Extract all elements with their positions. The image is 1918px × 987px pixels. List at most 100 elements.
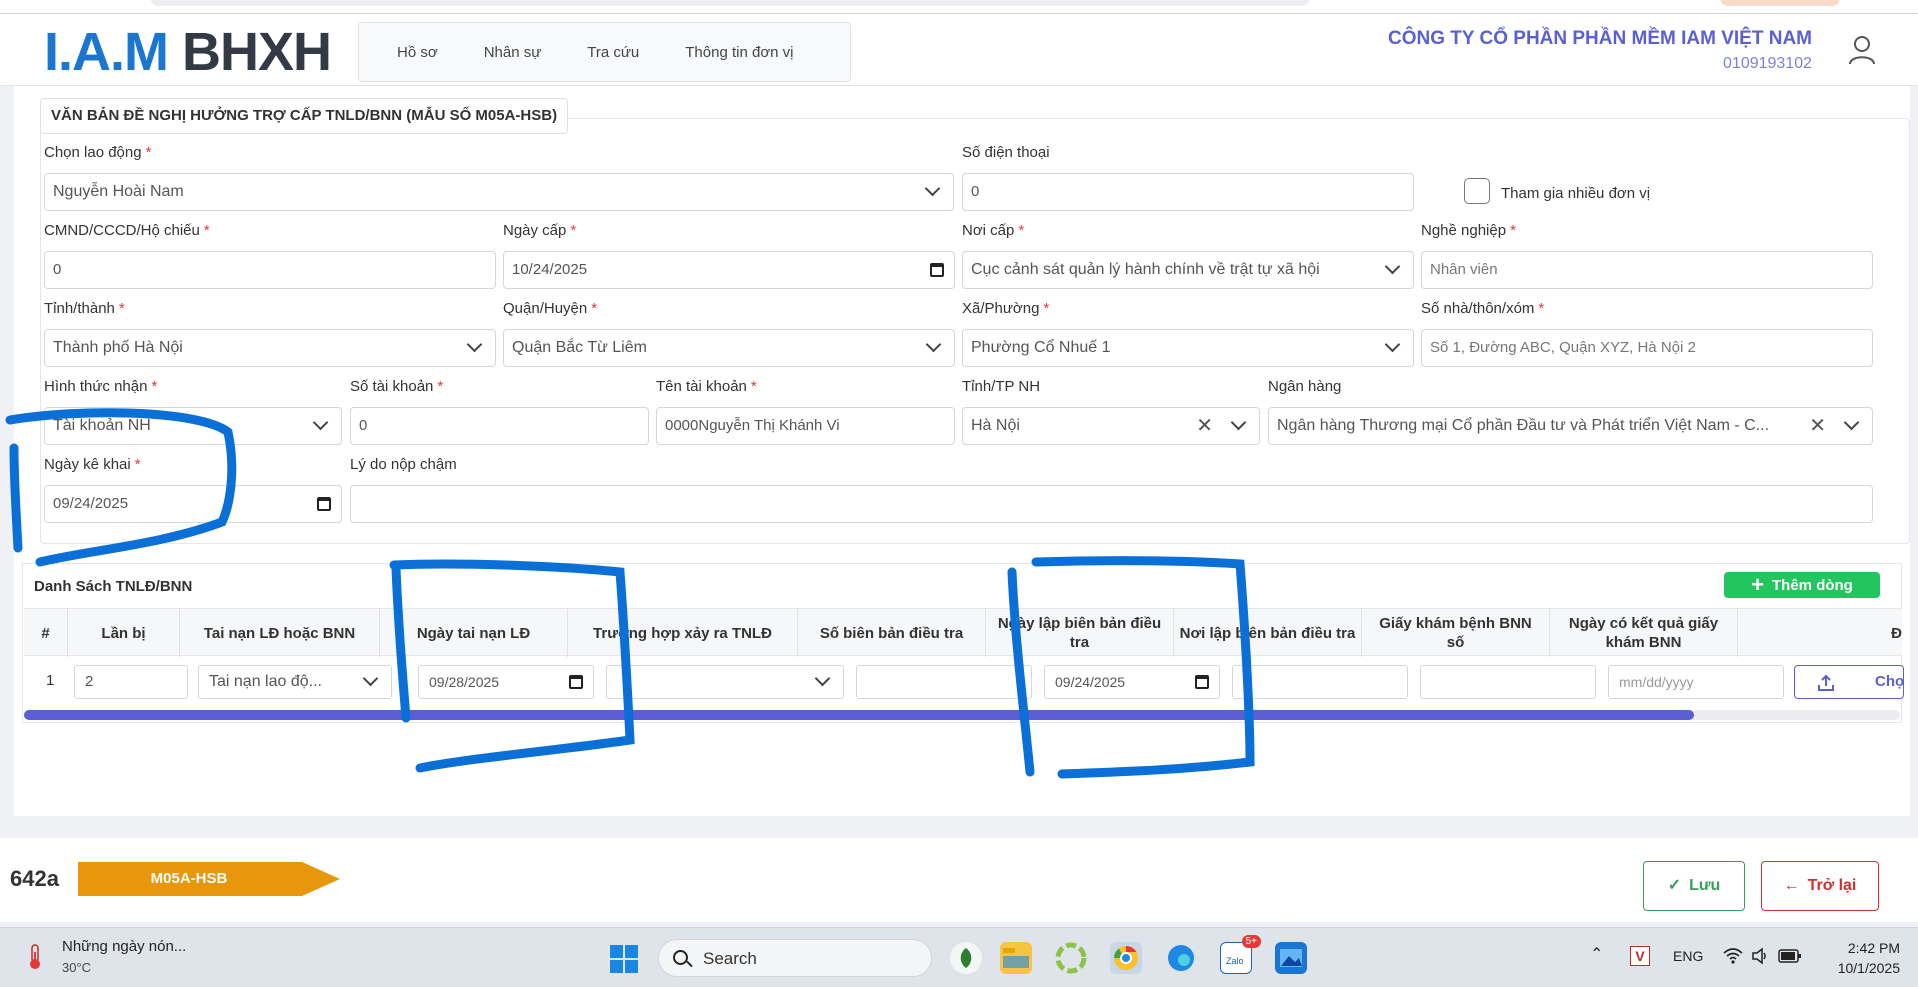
col-header-bnn-date: Ngày có kết quả giấy khám BNN (1550, 609, 1738, 657)
address-bar[interactable] (150, 0, 1310, 6)
taskbar-search[interactable]: Search (658, 939, 932, 977)
declare-date-value: 09/24/2025 (53, 495, 129, 512)
worker-label: Chọn lao động * (44, 144, 152, 161)
ward-select[interactable]: Phường Cổ Nhuế 1 (962, 329, 1414, 367)
table-row: 1 2 Tai nạn lao độ... 09/28/2025 09/24/2… (24, 656, 1904, 706)
declare-date-field[interactable]: 09/24/2025 (44, 485, 342, 523)
nav-item-thong-tin-don-vi[interactable]: Thông tin đơn vị (685, 44, 793, 61)
multi-unit-checkbox[interactable] (1464, 178, 1490, 204)
occupation-field[interactable]: Nhân viên (1421, 251, 1873, 289)
search-icon (673, 950, 688, 965)
nav-item-tra-cuu[interactable]: Tra cứu (587, 44, 639, 61)
save-button[interactable]: ✓ Lưu (1643, 861, 1745, 911)
language-indicator[interactable]: ENG (1673, 948, 1703, 964)
receive-method-value: Tài khoản NH (53, 417, 151, 434)
type-select[interactable]: Tai nạn lao độ... (198, 665, 392, 699)
wifi-icon[interactable] (1722, 946, 1744, 966)
clear-icon[interactable]: ✕ (1196, 416, 1213, 436)
col-header-index: # (24, 609, 68, 657)
calendar-icon[interactable] (317, 497, 331, 511)
user-icon[interactable] (1846, 34, 1878, 66)
weather-text[interactable]: Những ngày nón... (62, 938, 186, 955)
logo-iam: I.A.M (44, 22, 169, 82)
leaf-app-icon[interactable] (950, 942, 982, 974)
photos-app-icon[interactable] (1275, 942, 1307, 974)
issue-date-field[interactable]: 10/24/2025 (503, 251, 955, 289)
chevron-down-icon (315, 420, 327, 432)
browser-button[interactable] (1720, 0, 1840, 6)
calendar-icon[interactable] (930, 263, 944, 277)
calendar-icon[interactable] (569, 675, 583, 689)
battery-icon[interactable] (1778, 947, 1802, 965)
app-logo[interactable]: I.A.M BHXH (44, 22, 332, 82)
plus-icon: + (1751, 572, 1765, 597)
report-date-field[interactable]: 09/24/2025 (1044, 665, 1220, 699)
province-value: Thành phố Hà Nội (53, 339, 183, 356)
account-no-field[interactable]: 0 (350, 407, 649, 445)
occupation-label: Nghề nghiệp * (1421, 222, 1516, 239)
nav-item-ho-so[interactable]: Hồ sơ (397, 44, 438, 61)
app-tray-icon[interactable]: V (1630, 946, 1650, 966)
address-field[interactable]: Số 1, Đường ABC, Quận XYZ, Hà Nội 2 (1421, 329, 1873, 367)
bank-label: Ngân hàng (1268, 378, 1342, 395)
account-no-label: Số tài khoản * (350, 378, 444, 395)
times-field[interactable]: 2 (74, 665, 188, 699)
edge-icon[interactable] (1165, 942, 1197, 974)
bnn-date-field[interactable]: mm/dd/yyyy (1608, 665, 1784, 699)
account-name-field[interactable]: 0000Nguyễn Thị Khánh Vi (656, 407, 955, 445)
back-button[interactable]: ← Trở lại (1761, 861, 1879, 911)
col-header-report-date: Ngày lập biên bản điều tra (986, 609, 1174, 657)
add-row-button[interactable]: + Thêm dòng (1724, 572, 1880, 598)
app-header: I.A.M BHXH Hồ sơ Nhân sự Tra cứu Thông t… (0, 14, 1918, 86)
issue-place-select[interactable]: Cục cảnh sát quản lý hành chính về trật … (962, 251, 1414, 289)
case-select[interactable] (606, 665, 844, 699)
late-reason-field[interactable] (350, 485, 1873, 523)
issue-place-label: Nơi cấp * (962, 222, 1025, 239)
company-code: 0109193102 (1723, 55, 1812, 72)
chevron-up-icon[interactable]: ⌃ (1590, 944, 1603, 964)
system-clock[interactable]: 2:42 PM 10/1/2025 (1820, 938, 1900, 978)
windows-start-icon[interactable] (610, 945, 638, 973)
calendar-icon[interactable] (1195, 675, 1209, 689)
chrome-icon[interactable] (1110, 942, 1142, 974)
receive-method-select[interactable]: Tài khoản NH (44, 407, 342, 445)
worker-select[interactable]: Nguyễn Hoài Nam (44, 173, 954, 211)
bank-province-label: Tỉnh/TP NH (962, 378, 1041, 395)
id-field[interactable]: 0 (44, 251, 496, 289)
col-header-file: Đ (1891, 624, 1902, 642)
form-badge: M05A-HSB (78, 862, 340, 896)
table-scrollbar-thumb[interactable] (24, 710, 1694, 720)
file-explorer-icon[interactable] (1000, 942, 1032, 974)
accident-date-field[interactable]: 09/28/2025 (418, 665, 594, 699)
phone-field[interactable]: 0 (962, 173, 1414, 211)
green-app-icon[interactable] (1055, 942, 1087, 974)
multi-unit-label: Tham gia nhiều đơn vị (1501, 185, 1651, 202)
zalo-badge: 5+ (1241, 935, 1261, 948)
district-label: Quận/Huyện * (503, 300, 598, 317)
chevron-down-icon (469, 342, 481, 354)
bnn-no-field[interactable] (1420, 665, 1596, 699)
chevron-down-icon (1387, 264, 1399, 276)
company-info: CÔNG TY CỔ PHẦN PHẦN MỀM IAM VIỆT NAM 01… (1388, 26, 1812, 76)
report-place-field[interactable] (1232, 665, 1408, 699)
accident-date-value: 09/28/2025 (429, 674, 500, 690)
volume-icon[interactable] (1750, 946, 1770, 966)
nav-item-nhan-su[interactable]: Nhân sự (484, 44, 542, 61)
ward-value: Phường Cổ Nhuế 1 (971, 339, 1111, 356)
province-select[interactable]: Thành phố Hà Nội (44, 329, 496, 367)
chevron-down-icon (928, 342, 940, 354)
late-reason-label: Lý do nộp chậm (350, 456, 457, 473)
choose-file-button[interactable]: Chọn (1794, 665, 1904, 699)
bank-select[interactable]: Ngân hàng Thương mại Cổ phần Đầu tư và P… (1268, 407, 1873, 445)
zalo-icon[interactable]: Zalo 5+ (1220, 935, 1261, 974)
col-header-times: Lần bị (68, 609, 180, 657)
clock-time: 2:42 PM (1847, 940, 1900, 956)
svg-text:Zalo: Zalo (1226, 956, 1244, 966)
report-date-value: 09/24/2025 (1055, 674, 1126, 690)
clear-icon[interactable]: ✕ (1809, 416, 1826, 436)
arrow-left-icon: ← (1783, 877, 1800, 894)
report-no-field[interactable] (856, 665, 1032, 699)
district-select[interactable]: Quận Bắc Từ Liêm (503, 329, 955, 367)
bank-province-select[interactable]: Hà Nội ✕ (962, 407, 1260, 445)
thermometer-icon[interactable] (26, 944, 44, 970)
